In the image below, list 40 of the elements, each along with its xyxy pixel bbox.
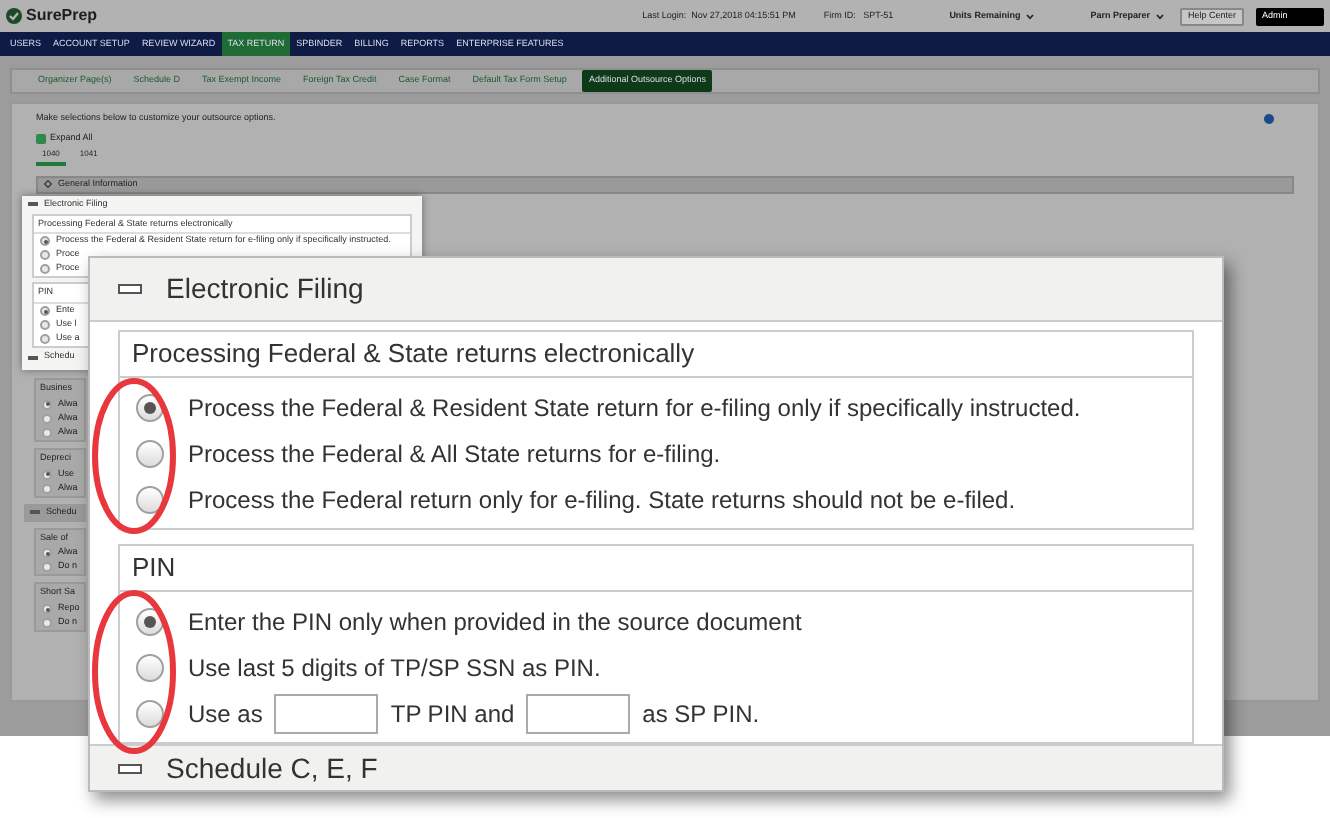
radio-button[interactable] [42,469,52,479]
radio-button[interactable] [40,334,50,344]
chevron-down-icon[interactable] [1026,13,1035,19]
radio-button[interactable] [42,604,52,614]
section-title: Schedule C, E, F [166,749,378,787]
option-label: TP PIN and [390,697,515,731]
group-title: PIN [120,546,1192,592]
option-label: Process the Federal return only for e-filing. State returns should not be e-filed. [188,483,1016,517]
help-icon[interactable] [1264,113,1274,124]
radio-button[interactable] [136,439,164,467]
radio-button[interactable] [40,250,50,261]
option-label: Process the Federal & All State returns for e-filing. [188,437,721,471]
pin-field[interactable] [526,693,631,733]
option-label: Enter the PIN only when provided in the source document [188,605,802,639]
radio-button[interactable] [42,427,52,438]
group-title: Processing Federal & State returns electronically [120,332,1192,378]
radio-button[interactable] [42,562,52,573]
option-label: as SP PIN. [642,697,760,731]
collapse-icon[interactable] [118,284,142,294]
radio-button[interactable] [42,413,52,424]
radio-button[interactable] [42,399,52,410]
radio-button[interactable] [40,320,50,330]
logo: SurePrep [26,4,98,28]
expand-icon[interactable] [44,180,52,188]
radio-button[interactable] [136,485,164,513]
option-label: Use last 5 digits of TP/SP SSN as PIN. [188,651,601,685]
chevron-down-icon[interactable] [1155,13,1164,19]
collapse-icon[interactable] [118,763,142,773]
radio-button[interactable] [40,306,50,316]
option-label: Use as [188,697,263,731]
option-label: Process the Federal & Resident State return for e-filing only if specifically instructed. [188,391,1081,425]
radio-button[interactable] [42,548,52,559]
radio-button[interactable] [42,483,52,493]
radio-button[interactable] [40,264,50,275]
radio-button[interactable] [136,699,164,727]
radio-button[interactable] [136,653,164,681]
check-logo-icon [6,8,22,24]
pin-field[interactable] [274,693,379,733]
radio-button[interactable] [42,618,52,628]
radio-button[interactable] [40,236,50,247]
